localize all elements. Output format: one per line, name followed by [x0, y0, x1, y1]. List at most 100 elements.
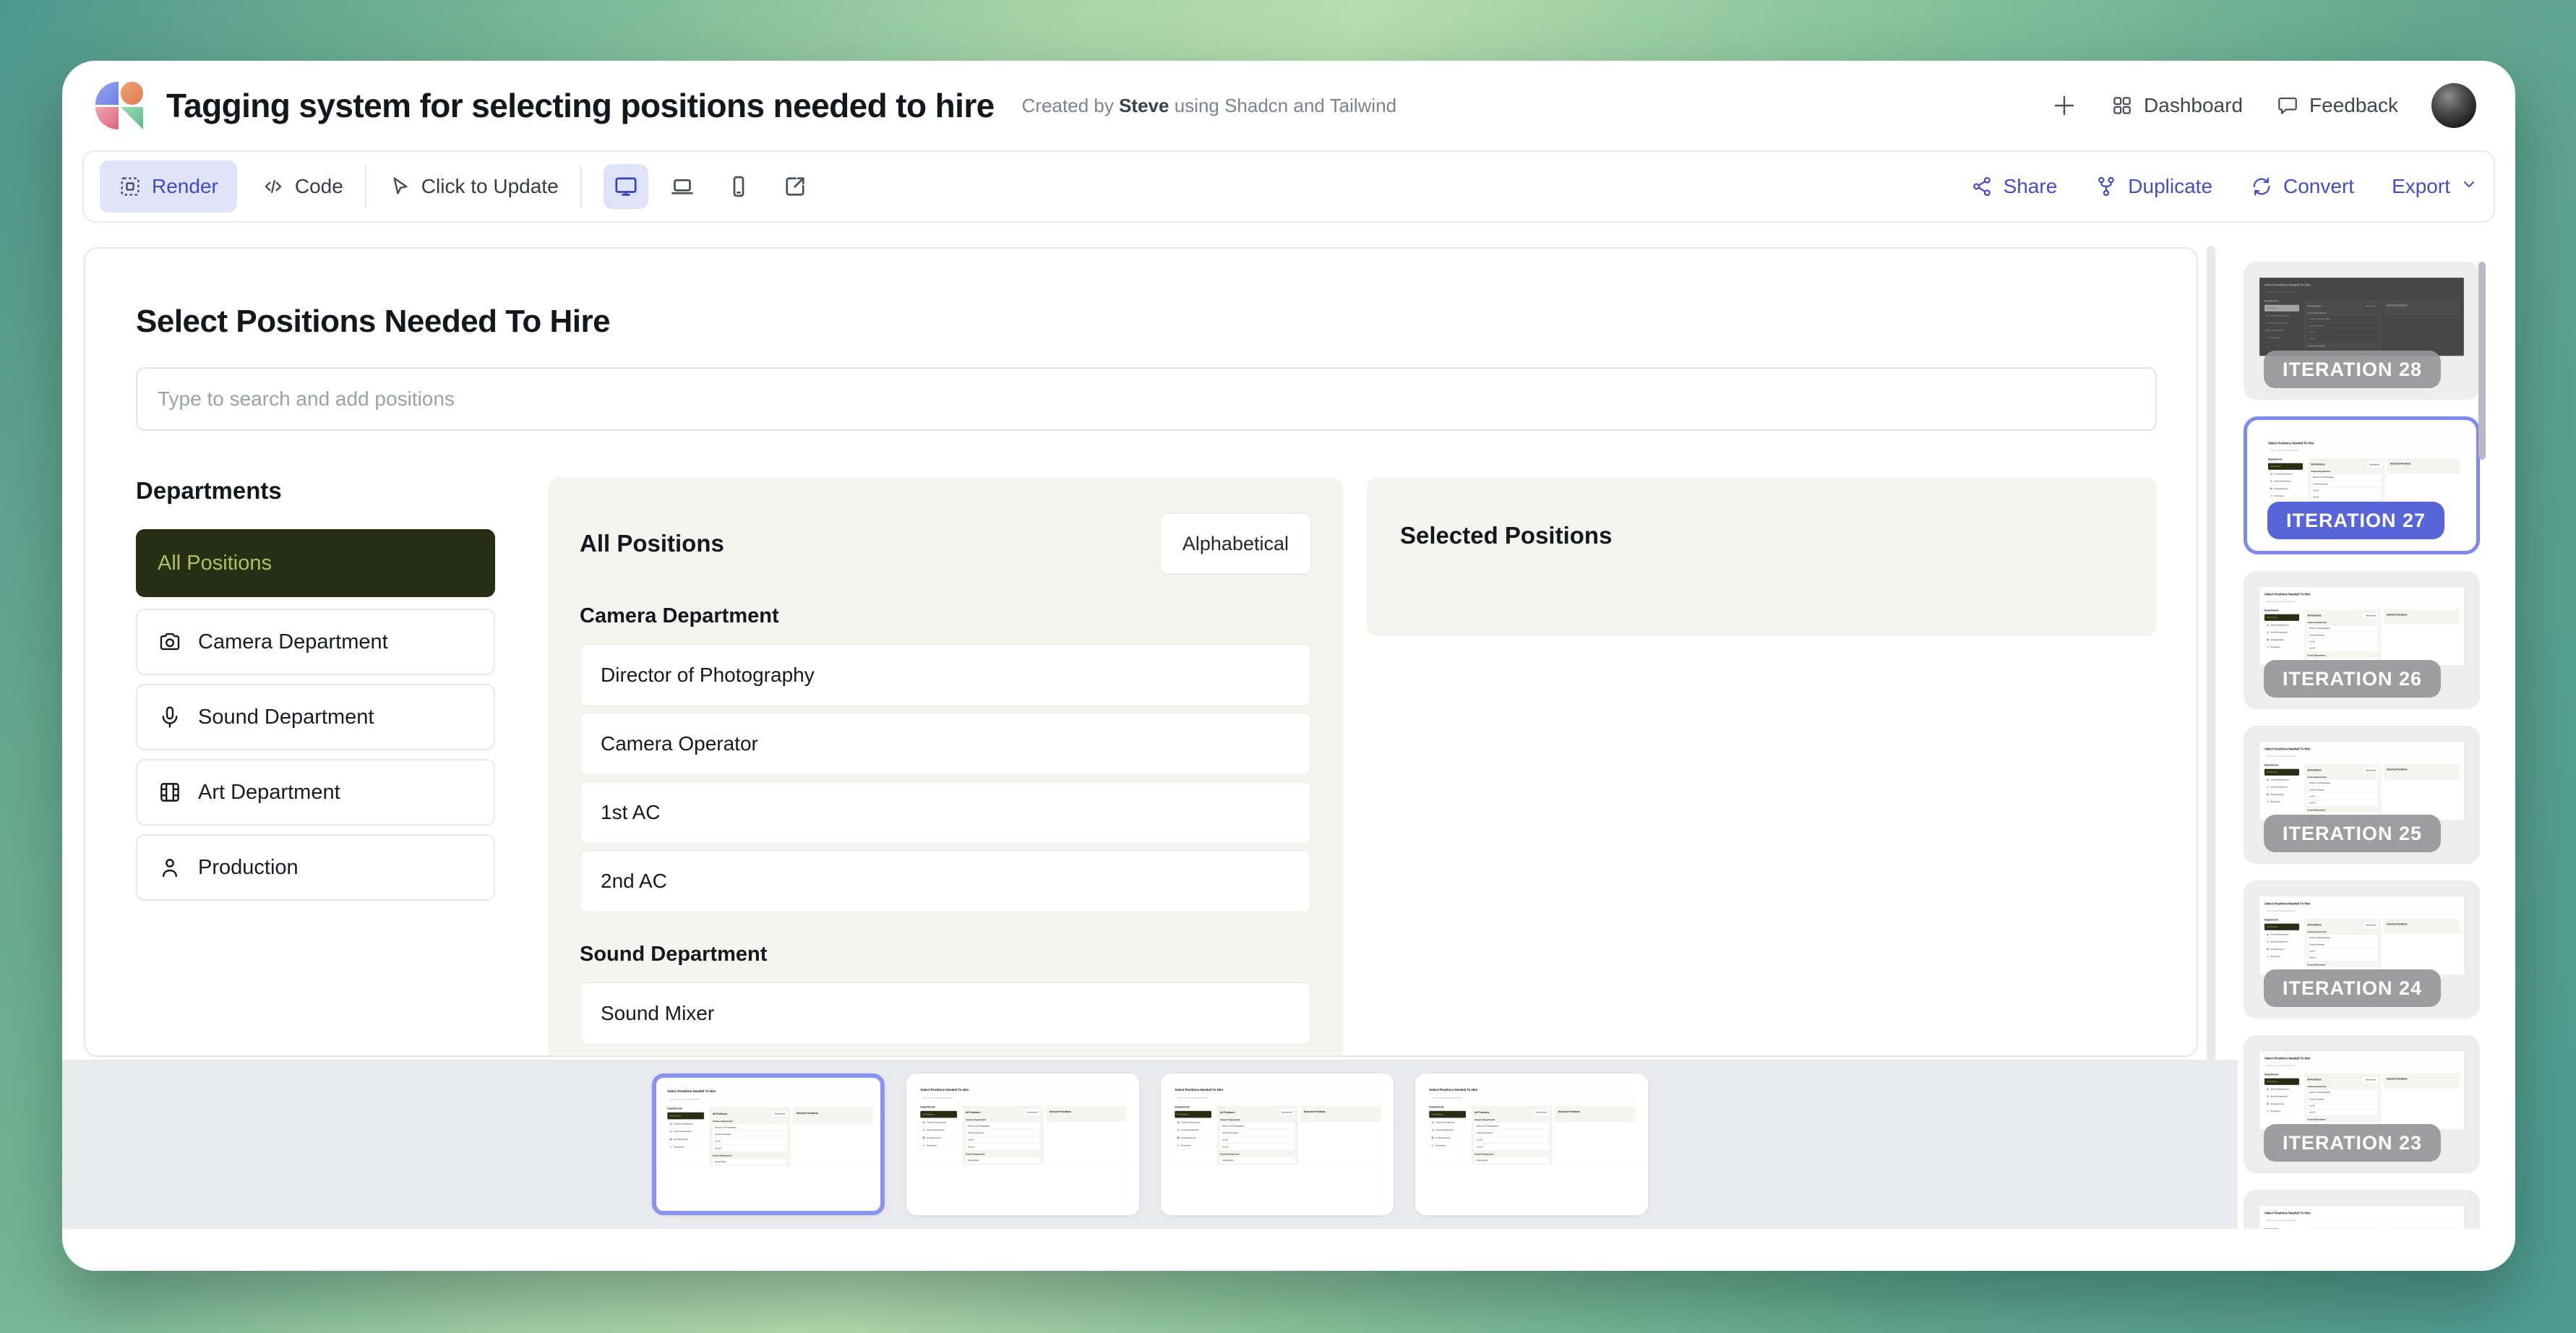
iteration-thumbnail-iteration-25[interactable]: Select Positions Needed To Hire Departme… [2244, 726, 2480, 864]
search-input [920, 1094, 1126, 1101]
search-input[interactable] [136, 367, 2157, 431]
department-button-camera-department[interactable]: Camera Department [136, 609, 495, 675]
convert-button[interactable]: Convert [2250, 175, 2354, 198]
iteration-thumbnail-iteration-24[interactable]: Select Positions Needed To Hire Departme… [2244, 880, 2480, 1019]
positions-panel-header: All Positions Alphabetical [2307, 613, 2378, 619]
share-icon [1970, 175, 1993, 198]
carousel-thumbnail-2[interactable]: Select Positions Needed To Hire Departme… [906, 1073, 1139, 1215]
magic-patterns-logo-icon[interactable] [95, 82, 143, 129]
mobile-preview-button[interactable] [716, 164, 761, 209]
department-button-sound-department[interactable]: Sound Department [136, 684, 495, 750]
mockup-clone: Select Positions Needed To Hire Departme… [2259, 1206, 2464, 1229]
department-button-art-department: Art Department [2264, 1100, 2299, 1107]
alphabetical-sort-button[interactable]: Alphabetical [1160, 513, 1311, 574]
laptop-preview-button[interactable] [660, 164, 705, 209]
iterations-sidebar: Select Positions Needed To Hire Departme… [2238, 223, 2515, 1229]
department-label: All Positions [1177, 1113, 1188, 1115]
department-button-all-positions[interactable]: All Positions [136, 529, 495, 597]
position-row-2nd-ac: 2nd AC [2307, 646, 2378, 651]
department-button-production: Production [1175, 1142, 1211, 1149]
position-group-heading-camera-department: Camera Department [2307, 622, 2378, 624]
version-carousel-band: Select Positions Needed To Hire Departme… [62, 1060, 2238, 1229]
positions-panel-header: All Positions Alphabetical [2307, 304, 2378, 309]
microphone-icon [2267, 786, 2269, 788]
alphabetical-sort-button: Alphabetical [1025, 1110, 1040, 1116]
iteration-thumbnail-iteration-23[interactable]: Select Positions Needed To Hire Departme… [2244, 1035, 2480, 1173]
department-label: Camera Department [2274, 473, 2292, 475]
click-to-update-button[interactable]: Click to Update [388, 175, 559, 198]
export-button[interactable]: Export [2392, 175, 2478, 198]
department-button-production[interactable]: Production [136, 834, 495, 901]
desktop-preview-button[interactable] [604, 164, 648, 209]
feedback-button[interactable]: Feedback [2276, 94, 2398, 117]
position-groups: Camera DepartmentDirector of Photography… [2307, 622, 2378, 664]
position-row-director-of-photography[interactable]: Director of Photography [580, 644, 1311, 706]
position-row-1st-ac: 1st AC [2307, 948, 2378, 953]
department-label: Sound Department [198, 706, 374, 729]
position-row-1st-ac[interactable]: 1st AC [580, 781, 1311, 844]
selected-positions-panel: Selected Positions [2384, 1073, 2460, 1089]
positions-panel-header: All Positions Alphabetical [2311, 462, 2382, 468]
departments-column: Departments All PositionsCamera Departme… [2264, 1228, 2299, 1229]
iteration-thumbnail-iteration-28[interactable]: Select Positions Needed To Hire Departme… [2244, 262, 2480, 400]
open-in-new-window-button[interactable] [773, 164, 817, 209]
phone-icon [726, 173, 752, 200]
carousel-thumbnail-1[interactable]: Select Positions Needed To Hire Departme… [652, 1073, 885, 1215]
department-label: Sound Department [1435, 1129, 1454, 1131]
iteration-thumbnail-iteration-26[interactable]: Select Positions Needed To Hire Departme… [2244, 571, 2480, 709]
iterations-scrollbar[interactable] [2478, 262, 2486, 460]
person-icon [2270, 494, 2272, 497]
app-title: Select Positions Needed To Hire [2264, 747, 2460, 751]
toolbar-right-actions: Share Duplicate Convert Export [1970, 175, 2478, 198]
carousel-thumbnail-4[interactable]: Select Positions Needed To Hire Departme… [1415, 1073, 1648, 1215]
department-button-production: Production [667, 1144, 704, 1150]
canvas-scrollbar[interactable] [2207, 246, 2215, 1186]
position-row-sound-mixer: Sound Mixer [966, 1157, 1040, 1164]
carousel-mockup-preview: Select Positions Needed To Hire Departme… [662, 1084, 875, 1205]
carousel-thumbnail-3[interactable]: Select Positions Needed To Hire Departme… [1161, 1073, 1394, 1215]
positions-panel-header: All Positions Alphabetical [580, 513, 1311, 574]
departments-column: Departments All PositionsCamera Departme… [1175, 1105, 1211, 1149]
iteration-thumbnail-iteration-27[interactable]: Select Positions Needed To Hire Departme… [2244, 416, 2480, 554]
position-groups: Camera DepartmentDirector of Photography… [2307, 776, 2378, 819]
share-button[interactable]: Share [1970, 175, 2058, 198]
position-row-2nd-ac[interactable]: 2nd AC [580, 850, 1311, 912]
department-button-art-department[interactable]: Art Department [136, 759, 495, 826]
dashboard-button[interactable]: Dashboard [2111, 94, 2243, 117]
position-group-heading-sound-department: Sound Department [2307, 1118, 2378, 1120]
all-positions-heading: All Positions [2307, 1079, 2321, 1081]
microphone-icon [922, 1129, 924, 1131]
search-input [2264, 1217, 2460, 1224]
department-label: Camera Department [2270, 933, 2288, 935]
render-tab[interactable]: Render [100, 160, 237, 213]
cursor-icon [388, 175, 411, 198]
person-icon [2267, 1110, 2269, 1112]
positions-panel-header: All Positions Alphabetical [2307, 922, 2378, 928]
department-button-all-positions: All Positions [920, 1111, 957, 1118]
microphone-icon [1431, 1129, 1433, 1131]
code-tab[interactable]: Code [262, 175, 343, 198]
department-button-production: Production [2264, 644, 2299, 651]
department-label: Art Department [927, 1136, 941, 1139]
position-row-sound-mixer[interactable]: Sound Mixer [580, 982, 1311, 1045]
department-button-art-department: Art Department [2264, 327, 2299, 333]
app-columns: Departments All PositionsCamera Departme… [136, 477, 2157, 1057]
iteration-thumbnail-partial[interactable]: Select Positions Needed To Hire Departme… [2244, 1190, 2480, 1229]
desktop-monitor-icon [613, 173, 639, 200]
department-button-art-department: Art Department [2264, 946, 2299, 952]
person-icon [1177, 1144, 1179, 1146]
department-label: Camera Department [674, 1123, 693, 1125]
selected-positions-panel: Selected Positions [793, 1107, 873, 1123]
department-label: Camera Department [1181, 1121, 1201, 1123]
position-row-camera-operator[interactable]: Camera Operator [580, 713, 1311, 775]
alphabetical-sort-button: Alphabetical [2364, 613, 2378, 619]
created-by-name: Steve [1119, 95, 1169, 116]
user-avatar[interactable] [2431, 83, 2476, 128]
code-icon [262, 175, 285, 198]
department-label: All Positions [1431, 1113, 1443, 1115]
duplicate-button[interactable]: Duplicate [2095, 175, 2212, 198]
position-groups: Camera DepartmentDirector of Photography… [2307, 931, 2378, 974]
new-project-button[interactable] [2051, 93, 2077, 119]
position-row-camera-operator: Camera Operator [2311, 481, 2382, 487]
film-icon [1431, 1136, 1433, 1139]
